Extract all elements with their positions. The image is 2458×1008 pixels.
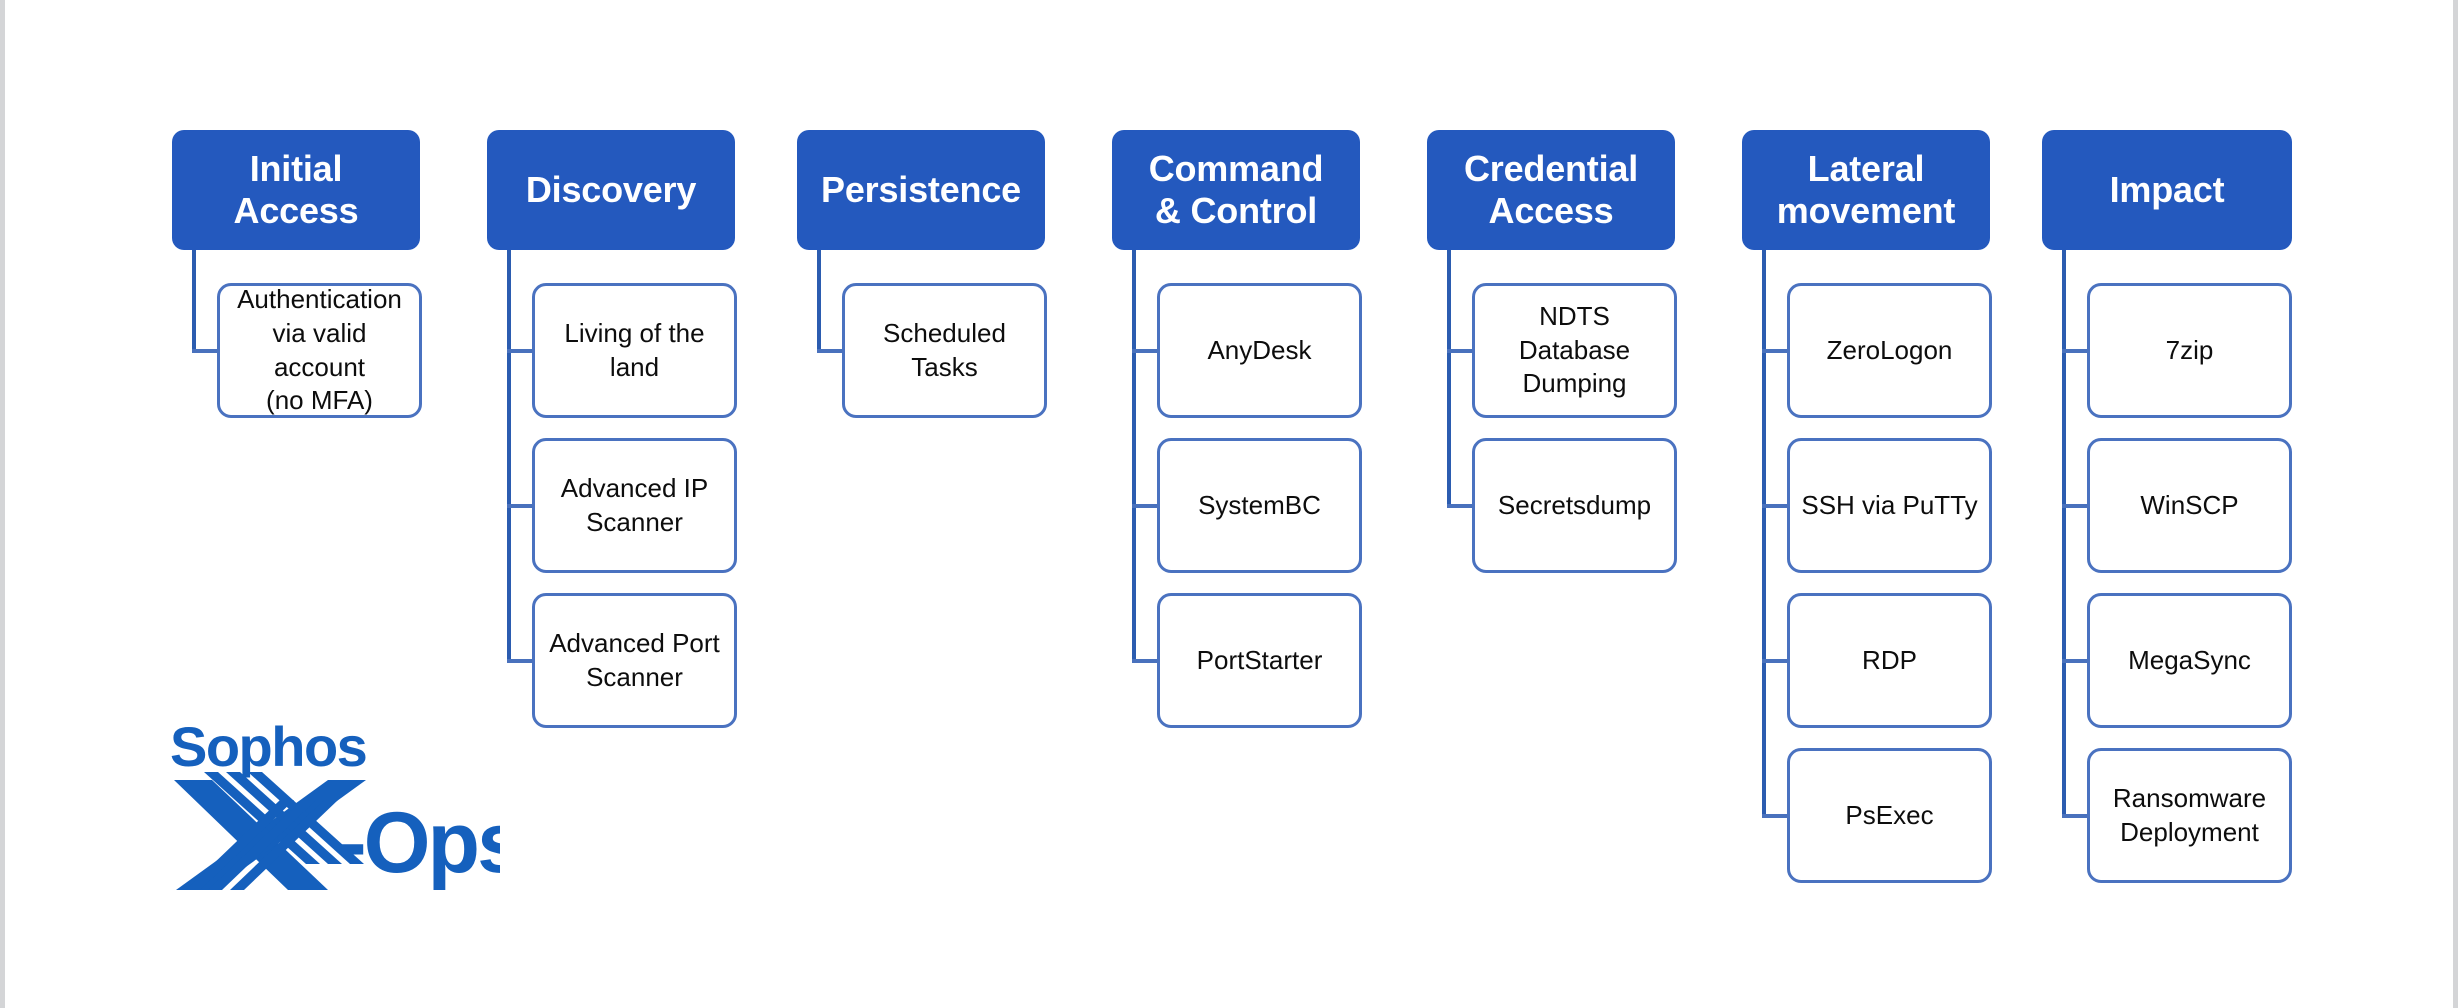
stage-header-impact[interactable]: Impact (2042, 130, 2292, 250)
stage-column-command-and-control: Command & Control AnyDesk SystemBC PortStar… (1112, 0, 1372, 1008)
technique-box[interactable]: Advanced Port Scanner (532, 593, 737, 728)
stage-column-credential-access: Credential Access NDTS Database Dumping Se… (1427, 0, 1687, 1008)
connector-branch-impact-3 (2062, 813, 2087, 818)
stage-header-credential-access[interactable]: Credential Access (1427, 130, 1675, 250)
technique-box[interactable]: Advanced IP Scanner (532, 438, 737, 573)
technique-box[interactable]: WinSCP (2087, 438, 2292, 573)
technique-box[interactable]: PsExec (1787, 748, 1992, 883)
connector-branch-lateral-movement-1 (1762, 503, 1787, 508)
connector-trunk-initial-access (192, 250, 196, 353)
stage-column-impact: Impact 7zip WinSCP MegaSync Ransomware Deplo… (2042, 0, 2302, 1008)
stage-header-initial-access[interactable]: Initial Access (172, 130, 420, 250)
connector-branch-discovery-2 (507, 658, 532, 663)
connector-branch-command-and-control-1 (1132, 503, 1157, 508)
technique-box[interactable]: SystemBC (1157, 438, 1362, 573)
connector-branch-impact-2 (2062, 658, 2087, 663)
connector-branch-credential-access-1 (1447, 503, 1472, 508)
stage-header-command-and-control[interactable]: Command & Control (1112, 130, 1360, 250)
technique-box[interactable]: NDTS Database Dumping (1472, 283, 1677, 418)
technique-box[interactable]: Living of the land (532, 283, 737, 418)
technique-box[interactable]: MegaSync (2087, 593, 2292, 728)
sophos-x-ops-logo: Sophos -Ops (170, 722, 500, 902)
connector-branch-impact-0 (2062, 348, 2087, 353)
logo-wordmark-top: Sophos (170, 722, 366, 778)
technique-box[interactable]: Ransomware Deployment (2087, 748, 2292, 883)
connector-branch-command-and-control-0 (1132, 348, 1157, 353)
technique-box[interactable]: ZeroLogon (1787, 283, 1992, 418)
stage-column-lateral-movement: Lateral movement ZeroLogon SSH via PuTTy RD… (1742, 0, 2002, 1008)
technique-box[interactable]: AnyDesk (1157, 283, 1362, 418)
logo-wordmark-bottom: -Ops (338, 795, 500, 891)
connector-branch-lateral-movement-0 (1762, 348, 1787, 353)
technique-box[interactable]: 7zip (2087, 283, 2292, 418)
connector-branch-discovery-0 (507, 348, 532, 353)
technique-box[interactable]: PortStarter (1157, 593, 1362, 728)
technique-box[interactable]: SSH via PuTTy (1787, 438, 1992, 573)
stage-header-lateral-movement[interactable]: Lateral movement (1742, 130, 1990, 250)
stage-header-discovery[interactable]: Discovery (487, 130, 735, 250)
stage-column-discovery: Discovery Living of the land Advanced IP S… (487, 0, 747, 1008)
connector-trunk-lateral-movement (1762, 250, 1766, 818)
connector-branch-command-and-control-2 (1132, 658, 1157, 663)
technique-box[interactable]: Scheduled Tasks (842, 283, 1047, 418)
stage-column-persistence: Persistence Scheduled Tasks (797, 0, 1057, 1008)
stage-header-persistence[interactable]: Persistence (797, 130, 1045, 250)
connector-branch-lateral-movement-2 (1762, 658, 1787, 663)
connector-trunk-command-and-control (1132, 250, 1136, 663)
connector-branch-impact-1 (2062, 503, 2087, 508)
connector-branch-persistence-0 (817, 348, 842, 353)
technique-box[interactable]: Authentication via valid account (no MFA… (217, 283, 422, 418)
connector-branch-credential-access-0 (1447, 348, 1472, 353)
connector-trunk-impact (2062, 250, 2066, 818)
connector-trunk-persistence (817, 250, 821, 353)
connector-branch-initial-access-0 (192, 348, 217, 353)
technique-box[interactable]: Secretsdump (1472, 438, 1677, 573)
connector-branch-lateral-movement-3 (1762, 813, 1787, 818)
technique-box[interactable]: RDP (1787, 593, 1992, 728)
diagram-canvas: Initial Access Authentication via valid a… (0, 0, 2458, 1008)
connector-branch-discovery-1 (507, 503, 532, 508)
connector-trunk-discovery (507, 250, 511, 663)
connector-trunk-credential-access (1447, 250, 1451, 508)
